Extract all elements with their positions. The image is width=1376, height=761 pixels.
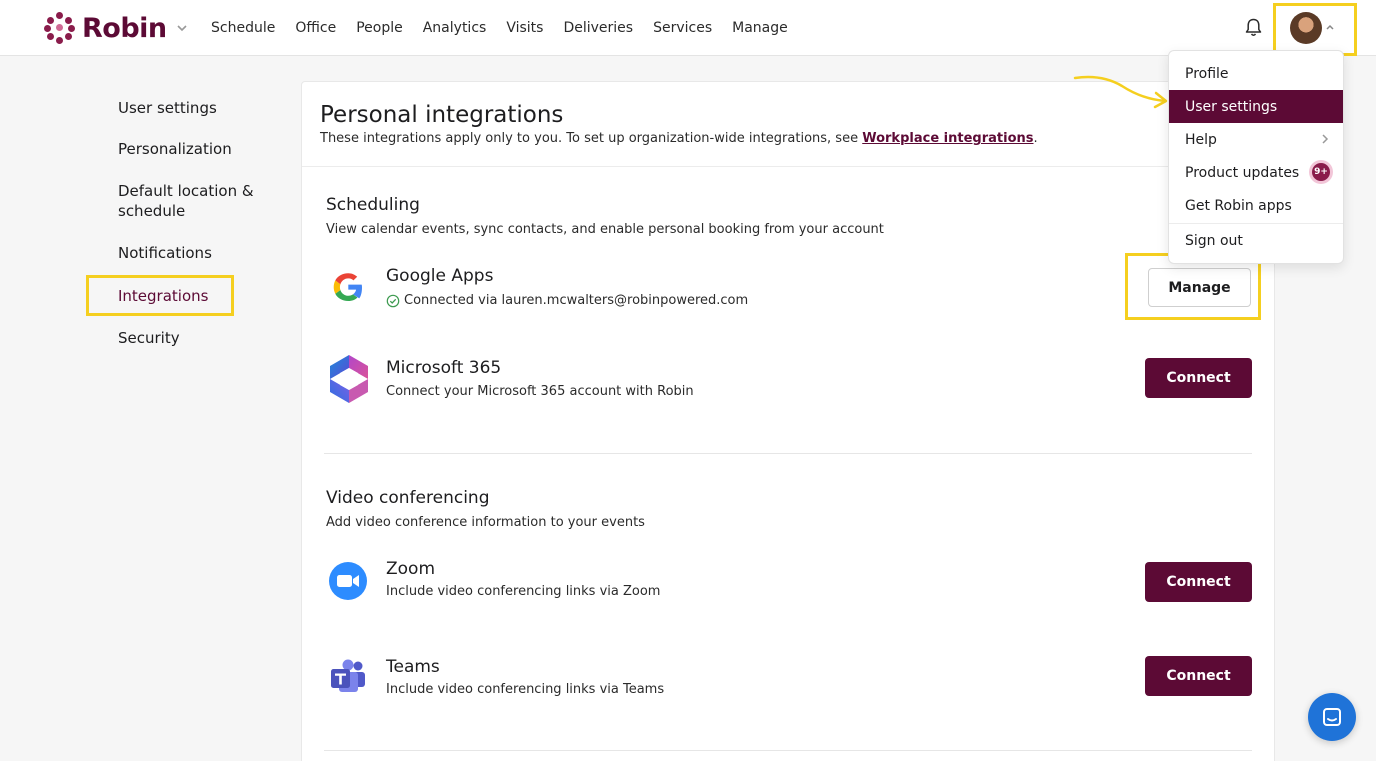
- sidebar-item-personalization[interactable]: Personalization: [118, 139, 232, 159]
- google-icon: [333, 273, 362, 301]
- nav-office[interactable]: Office: [295, 20, 336, 36]
- scheduling-section-title: Scheduling: [326, 195, 420, 215]
- nav-deliveries[interactable]: Deliveries: [563, 20, 633, 36]
- arrow-annotation: [1073, 75, 1168, 109]
- menu-item-profile[interactable]: Profile: [1169, 57, 1343, 90]
- sidebar-item-security[interactable]: Security: [118, 328, 180, 348]
- robin-logo[interactable]: Robin: [44, 12, 189, 44]
- zoom-connect-button[interactable]: Connect: [1145, 562, 1252, 602]
- teams-name: Teams: [386, 657, 440, 677]
- teams-description: Include video conferencing links via Tea…: [386, 682, 665, 697]
- scheduling-section-description: View calendar events, sync contacts, and…: [326, 222, 884, 237]
- chevron-up-icon[interactable]: [1325, 23, 1335, 31]
- chevron-right-icon: [1322, 134, 1329, 144]
- microsoft-365-name: Microsoft 365: [386, 358, 502, 378]
- zoom-description: Include video conferencing links via Zoo…: [386, 584, 661, 599]
- nav-analytics[interactable]: Analytics: [423, 20, 487, 36]
- menu-item-help-label: Help: [1185, 131, 1217, 148]
- subtitle-suffix: .: [1033, 131, 1038, 146]
- video-section-description: Add video conference information to your…: [326, 515, 645, 530]
- user-avatar[interactable]: [1290, 12, 1322, 44]
- google-apps-name: Google Apps: [386, 266, 494, 286]
- nav-manage[interactable]: Manage: [732, 20, 788, 36]
- workplace-integrations-link[interactable]: Workplace integrations: [862, 131, 1033, 146]
- chat-icon: [1323, 708, 1341, 726]
- subtitle-text: These integrations apply only to you. To…: [320, 131, 863, 146]
- page-subtitle: These integrations apply only to you. To…: [320, 131, 1038, 146]
- page-title: Personal integrations: [320, 102, 564, 128]
- nav-people[interactable]: People: [356, 20, 403, 36]
- menu-item-product-updates[interactable]: Product updates 9+: [1169, 156, 1343, 189]
- top-navigation-bar: Robin Schedule Office People Analytics V…: [0, 0, 1376, 56]
- menu-item-product-updates-label: Product updates: [1185, 164, 1300, 181]
- updates-badge-count: 9+: [1312, 163, 1330, 181]
- video-section-title: Video conferencing: [326, 488, 490, 508]
- menu-item-sign-out[interactable]: Sign out: [1169, 224, 1343, 257]
- google-apps-status-text: Connected via lauren.mcwalters@robinpowe…: [404, 293, 749, 308]
- nav-visits[interactable]: Visits: [506, 20, 543, 36]
- microsoft-365-connect-button[interactable]: Connect: [1145, 358, 1252, 398]
- menu-item-get-robin-apps[interactable]: Get Robin apps: [1169, 189, 1343, 222]
- sidebar-item-default-location[interactable]: Default location & schedule: [118, 181, 268, 221]
- section-divider: [324, 453, 1252, 454]
- main-nav: Schedule Office People Analytics Visits …: [211, 0, 788, 56]
- robin-logo-text: Robin: [82, 12, 167, 44]
- microsoft-365-description: Connect your Microsoft 365 account with …: [386, 384, 694, 399]
- teams-icon: [331, 659, 365, 692]
- chevron-down-icon[interactable]: [175, 21, 189, 35]
- google-apps-status: Connected via lauren.mcwalters@robinpowe…: [386, 293, 748, 308]
- nav-services[interactable]: Services: [653, 20, 712, 36]
- zoom-icon: [329, 562, 367, 600]
- integrations-card: Personal integrations These integrations…: [301, 81, 1275, 761]
- sidebar-item-user-settings[interactable]: User settings: [118, 98, 217, 118]
- menu-item-help[interactable]: Help: [1169, 123, 1343, 156]
- bell-icon[interactable]: [1243, 17, 1264, 38]
- section-divider-bottom: [324, 750, 1252, 751]
- user-menu: Profile User settings Help Product updat…: [1168, 50, 1344, 264]
- chat-support-button[interactable]: [1308, 693, 1356, 741]
- nav-schedule[interactable]: Schedule: [211, 20, 275, 36]
- menu-item-user-settings[interactable]: User settings: [1169, 90, 1343, 123]
- zoom-name: Zoom: [386, 559, 436, 579]
- robin-logo-icon: [44, 12, 76, 44]
- teams-connect-button[interactable]: Connect: [1145, 656, 1252, 696]
- microsoft-365-icon: [330, 355, 368, 403]
- check-circle-icon: [386, 294, 400, 307]
- integrations-highlight: [86, 275, 234, 316]
- sidebar-item-notifications[interactable]: Notifications: [118, 243, 212, 263]
- updates-badge: 9+: [1309, 160, 1333, 184]
